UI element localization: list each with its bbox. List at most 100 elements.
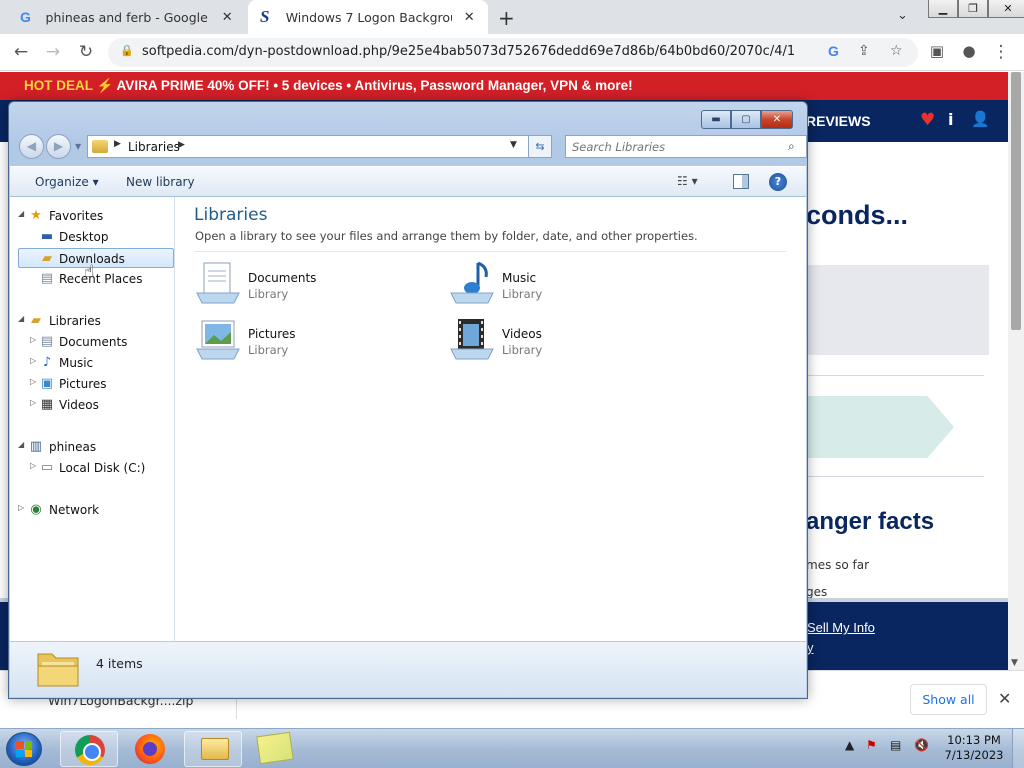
refresh-icon[interactable]: ⇆ (528, 135, 552, 158)
taskbar-clock[interactable]: 10:13 PM 7/13/2023 (940, 733, 1008, 763)
collapsed-triangle-icon[interactable]: ▷ (30, 398, 36, 407)
back-button[interactable]: ◀ (19, 134, 44, 159)
share-icon[interactable]: ⇪ (858, 43, 870, 59)
show-desktop-button[interactable] (1012, 729, 1024, 768)
menu-kebab-icon[interactable]: ⋮ (990, 42, 1012, 62)
clock-date: 7/13/2023 (944, 748, 1004, 762)
search-icon[interactable]: ⌕ (788, 139, 795, 154)
taskbar-chrome-button[interactable] (60, 731, 118, 767)
pictures-icon: ▣ (40, 376, 54, 391)
reload-icon[interactable]: ↻ (75, 42, 97, 62)
address-dropdown-icon[interactable]: ▼ (510, 140, 517, 150)
scrollbar-thumb[interactable] (1011, 72, 1021, 330)
restore-button[interactable]: ❐ (958, 0, 988, 18)
nav-favorites[interactable]: ◢ ★ Favorites (18, 206, 174, 226)
collapsed-triangle-icon[interactable]: ▷ (30, 461, 36, 470)
expanded-triangle-icon[interactable]: ◢ (18, 440, 24, 449)
tab-softpedia[interactable]: S Windows 7 Logon Background Ch ✕ (248, 0, 488, 34)
library-documents[interactable]: Documents Library (194, 259, 434, 309)
heart-icon[interactable]: ♥ (920, 110, 935, 130)
action-center-flag-icon[interactable]: ⚑ (866, 738, 877, 752)
nav-label: Network (49, 503, 100, 517)
scroll-down-arrow-icon[interactable]: ▼ (1011, 658, 1018, 668)
expanded-triangle-icon[interactable]: ◢ (18, 314, 24, 323)
organize-menu-button[interactable]: Organize ▾ (35, 175, 99, 189)
nav-computer[interactable]: ◢ ▥ phineas (18, 437, 174, 457)
taskbar-explorer-button[interactable] (184, 731, 242, 767)
close-window-button[interactable]: ✕ (988, 0, 1024, 18)
collapsed-triangle-icon[interactable]: ▷ (30, 356, 36, 365)
nav-label: Music (59, 356, 94, 370)
explorer-minimize-button[interactable]: ▬ (701, 110, 731, 129)
collapsed-triangle-icon[interactable]: ▷ (30, 377, 36, 386)
footer-sell-info-link[interactable]: Sell My Info (807, 620, 875, 635)
breadcrumb-arrow-icon[interactable]: ▶ (178, 140, 185, 150)
library-music[interactable]: Music Library (448, 259, 688, 309)
back-arrow-icon[interactable]: ← (10, 42, 32, 62)
folder-icon (201, 738, 229, 760)
sticky-notes-icon[interactable] (256, 731, 294, 765)
profile-avatar-icon[interactable]: ● (958, 42, 980, 60)
firefox-icon[interactable] (135, 734, 165, 764)
bookmark-star-icon[interactable]: ☆ (890, 43, 903, 59)
new-tab-button[interactable]: + (498, 6, 515, 30)
page-scrollbar[interactable]: ▼ (1008, 72, 1024, 670)
close-shelf-icon[interactable]: ✕ (998, 689, 1011, 708)
nav-network[interactable]: ▷ ◉ Network (18, 500, 174, 520)
library-type: Library (502, 287, 543, 301)
collapsed-triangle-icon[interactable]: ▷ (30, 335, 36, 344)
show-all-button[interactable]: Show all (910, 684, 987, 715)
help-icon[interactable]: ? (769, 173, 787, 191)
tray-expand-icon[interactable]: ▲ (845, 738, 854, 752)
nav-desktop[interactable]: ▬ Desktop (18, 227, 174, 247)
breadcrumb-libraries[interactable]: Libraries (128, 140, 180, 154)
google-lens-icon[interactable]: G (828, 43, 839, 59)
side-panel-icon[interactable]: ▣ (926, 42, 948, 60)
tab-close-icon[interactable]: ✕ (220, 10, 234, 25)
breadcrumb-arrow-icon[interactable]: ▶ (114, 139, 121, 149)
page-subtitle: Open a library to see your files and arr… (195, 229, 698, 243)
nav-pictures[interactable]: ▷ ▣ Pictures (18, 374, 174, 394)
explorer-maximize-button[interactable]: ▢ (731, 110, 761, 129)
page-headline: conds... (806, 200, 909, 230)
forward-button[interactable]: ▶ (46, 134, 71, 159)
change-view-icon[interactable]: ☷ ▾ (677, 174, 698, 188)
nav-local-disk[interactable]: ▷ ▭ Local Disk (C:) (18, 458, 174, 478)
start-button[interactable] (6, 732, 42, 766)
explorer-caption-buttons: ▬ ▢ ✕ (701, 110, 793, 129)
collapsed-triangle-icon[interactable]: ▷ (18, 503, 24, 512)
nav-documents[interactable]: ▷ ▤ Documents (18, 332, 174, 352)
tab-search-chevron-icon[interactable]: ⌄ (897, 8, 908, 23)
libraries-folder-icon (37, 653, 79, 687)
library-videos[interactable]: Videos Library (448, 315, 688, 365)
library-name: Documents (248, 271, 317, 285)
new-library-button[interactable]: New library (126, 175, 195, 189)
minimize-button[interactable]: ▁ (928, 0, 958, 18)
nav-recent-places[interactable]: ▤ Recent Places (18, 269, 174, 289)
lock-icon[interactable]: 🔒 (120, 44, 134, 57)
nav-music[interactable]: ▷ ♪ Music (18, 353, 174, 373)
user-icon[interactable]: 👤 (971, 110, 990, 128)
nav-libraries[interactable]: ◢ ▰ Libraries (18, 311, 174, 331)
volume-muted-icon[interactable]: 🔇 (914, 738, 929, 752)
nav-reviews-link[interactable]: REVIEWS (806, 113, 871, 129)
promo-banner[interactable]: HOT DEAL ⚡ AVIRA PRIME 40% OFF! • 5 devi… (0, 72, 1024, 100)
nav-downloads[interactable]: ▰ Downloads (18, 248, 174, 268)
address-bar[interactable]: 🔒 softpedia.com/dyn-postdownload.php/9e2… (108, 38, 918, 67)
explorer-search-box[interactable]: ⌕ (565, 135, 807, 158)
arrow-banner[interactable] (806, 396, 954, 458)
recent-pages-dropdown-icon[interactable]: ▼ (75, 142, 81, 151)
tab-close-icon[interactable]: ✕ (462, 10, 476, 25)
tab-google-search[interactable]: G phineas and ferb - Google Search ✕ (8, 0, 246, 34)
info-icon[interactable]: i (948, 110, 953, 129)
search-input[interactable] (568, 138, 778, 155)
network-icon[interactable]: ▤ (890, 738, 901, 752)
nav-videos[interactable]: ▷ ▦ Videos (18, 395, 174, 415)
preview-pane-icon[interactable] (733, 174, 749, 189)
explorer-close-button[interactable]: ✕ (761, 110, 793, 129)
url-text[interactable]: softpedia.com/dyn-postdownload.php/9e25e… (142, 44, 795, 59)
library-pictures[interactable]: Pictures Library (194, 315, 434, 365)
explorer-address-bar[interactable]: ▶ Libraries ▶ ▼ ⇆ (87, 135, 552, 158)
forward-arrow-icon[interactable]: → (42, 42, 64, 62)
expanded-triangle-icon[interactable]: ◢ (18, 209, 24, 218)
